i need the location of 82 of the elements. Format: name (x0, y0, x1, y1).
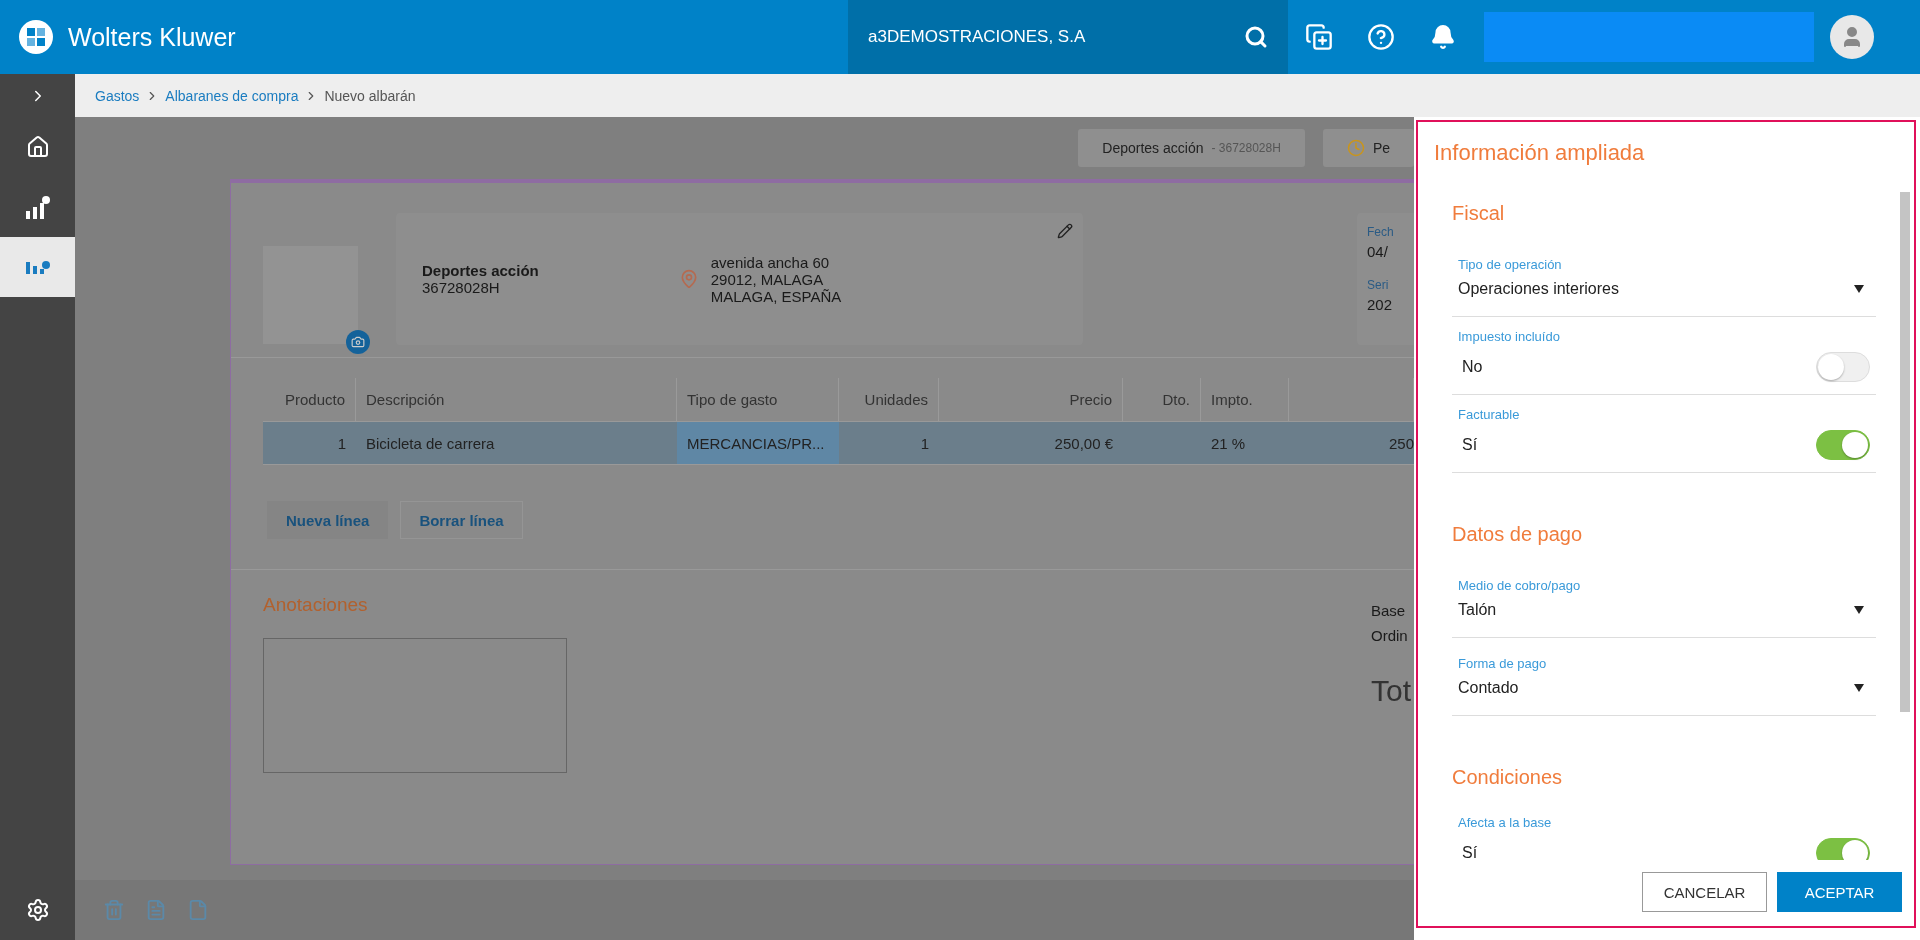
total-label: Ordin (1371, 627, 1409, 644)
field-label: Tipo de operación (1458, 257, 1563, 272)
table-row[interactable]: 1 Bicicleta de carrera MERCANCIAS/PR... 1 250,00 € 21 % 250 (263, 422, 1414, 465)
settings-icon[interactable] (25, 898, 50, 922)
toggle-switch[interactable] (1816, 352, 1870, 382)
field-label: Afecta a la base (1458, 815, 1553, 830)
notes-title: Anotaciones (263, 594, 369, 616)
panel-title: Información ampliada (1433, 139, 1646, 167)
breadcrumb-current: Nuevo albarán (324, 87, 416, 104)
home-icon (25, 135, 50, 159)
field-value: Operaciones interiores (1458, 280, 1619, 298)
field-value: Talón (1458, 601, 1497, 619)
table-cell-text: Bicicleta de carrera (365, 433, 496, 454)
field-label: Seri (1367, 278, 1390, 292)
column-header: Unidades (839, 378, 939, 421)
user-avatar[interactable] (1830, 15, 1874, 59)
search-icon[interactable] (1244, 25, 1268, 49)
select-field[interactable]: Tipo de operación Operaciones interiores (1452, 239, 1876, 317)
supplier-tax-id: 36728028H (422, 279, 501, 296)
cancel-button[interactable]: CANCELAR (1642, 872, 1767, 912)
field-value: 04/ (1367, 243, 1389, 260)
column-header: Tipo de gasto (677, 378, 839, 421)
section-title: Datos de pago (1452, 523, 1584, 546)
chip-label: Pe (1372, 140, 1390, 156)
caret-icon (1854, 285, 1864, 293)
address-line: 29012, MALAGA (710, 270, 825, 288)
brand-name: Wolters Kluwer (68, 22, 237, 52)
field-value: Sí (1461, 436, 1478, 454)
field-value: 202 (1367, 296, 1394, 313)
contact-chip[interactable]: Pe (1322, 129, 1414, 167)
select-field[interactable]: Forma de pago Contado (1452, 638, 1876, 716)
company-selector[interactable]: a3DEMOSTRACIONES, S.A (848, 0, 1288, 74)
switch-field[interactable]: Facturable Sí (1452, 395, 1876, 473)
bar-chart-icon (25, 195, 50, 219)
supplier-name: Deportes acción (422, 262, 539, 279)
field-label: Facturable (1458, 407, 1521, 422)
contact-chip[interactable]: Deportes acción - 36728028H (1078, 129, 1305, 167)
caret-icon (1854, 684, 1864, 692)
help-icon[interactable] (1367, 23, 1395, 51)
total-label: Tot (1371, 674, 1413, 708)
field-value: Contado (1458, 679, 1519, 697)
field-value: No (1461, 358, 1483, 376)
bar-chart-icon (25, 260, 50, 274)
bell-icon[interactable] (1430, 24, 1456, 50)
toggle-switch[interactable] (1816, 430, 1870, 460)
field-label: Fech (1367, 225, 1395, 239)
address-line: avenida ancha 60 (710, 253, 831, 271)
breadcrumb-link[interactable]: Gastos (95, 87, 140, 104)
notes-field[interactable] (263, 638, 567, 773)
table-cell-text: 250,00 € (1053, 433, 1114, 454)
company-name: a3DEMOSTRACIONES, S.A (868, 27, 1086, 47)
chip-label: Deportes acción (1102, 140, 1204, 156)
section-title: Fiscal (1452, 202, 1506, 225)
section-title: Condiciones (1452, 766, 1564, 789)
accept-button[interactable]: ACEPTAR (1777, 872, 1902, 912)
table-cell-text: 250 (1387, 433, 1414, 454)
table-cell: MERCANCIAS/PR... (677, 422, 839, 464)
logo-icon (18, 19, 54, 55)
table-cell-text: 21 % (1210, 433, 1247, 454)
column-header: Producto (263, 378, 356, 421)
column-header: Descripción (356, 378, 677, 421)
column-header: Dto. (1123, 378, 1201, 421)
switch-field[interactable]: Impuesto incluído No (1452, 317, 1876, 395)
field-value: Sí (1461, 844, 1478, 860)
field-label: Forma de pago (1458, 656, 1548, 671)
column-header: Impto. (1201, 378, 1289, 421)
chip-detail: - 36728028H (1211, 141, 1281, 155)
field-label: Medio de cobro/pago (1458, 578, 1582, 593)
caret-icon (1854, 606, 1864, 614)
column-header: Precio (939, 378, 1123, 421)
add-document-icon[interactable] (1305, 23, 1333, 51)
clock-icon (1346, 139, 1365, 157)
breadcrumb-link[interactable]: Albaranes de compra (165, 87, 299, 104)
camera-icon[interactable] (346, 330, 370, 354)
table-cell-text: 1 (919, 433, 930, 454)
address-line: MALAGA, ESPAÑA (710, 287, 842, 305)
select-field[interactable]: Medio de cobro/pago Talón (1452, 560, 1876, 638)
field-label: Impuesto incluído (1458, 329, 1561, 344)
table-cell-text: 1 (336, 433, 347, 454)
toggle-switch[interactable] (1816, 838, 1870, 860)
pencil-icon[interactable] (1057, 223, 1073, 239)
total-label: Base (1371, 602, 1407, 619)
